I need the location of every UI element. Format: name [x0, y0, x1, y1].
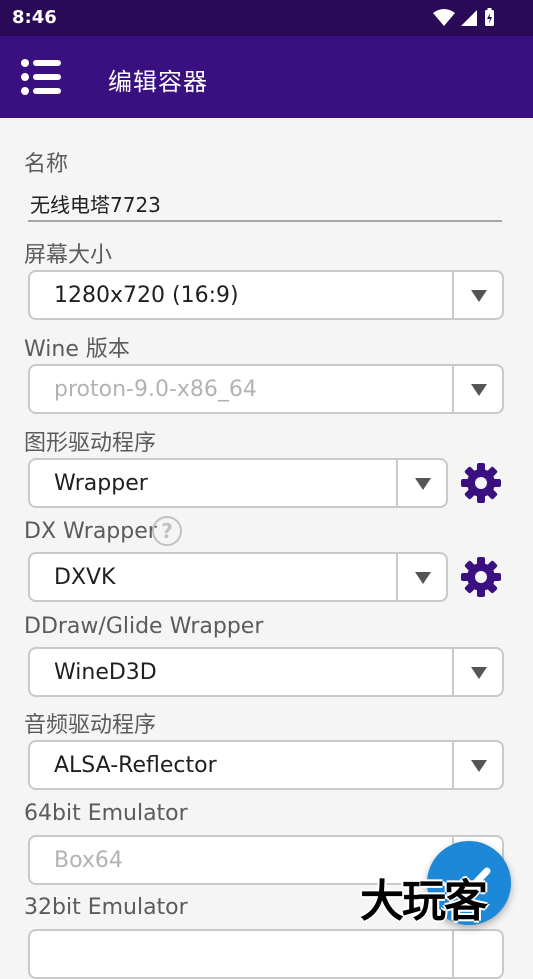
select-divider	[452, 272, 454, 318]
emulator-64bit-value: Box64	[54, 848, 123, 873]
ddraw-wrapper-label: DDraw/Glide Wrapper	[24, 614, 264, 639]
audio-driver-label: 音频驱动程序	[24, 713, 157, 738]
select-divider	[452, 742, 454, 788]
select-divider	[396, 554, 398, 600]
audio-driver-value: ALSA-Reflector	[54, 753, 217, 778]
signal-icon	[461, 10, 477, 26]
form-content: 名称 无线电塔7723 屏幕大小 1280x720 (16:9) Wine 版本…	[0, 118, 533, 979]
status-time: 8:46	[12, 7, 57, 28]
help-icon[interactable]: ?	[152, 516, 182, 546]
emulator-32bit-label: 32bit Emulator	[24, 895, 188, 920]
wine-version-label: Wine 版本	[24, 337, 130, 362]
ddraw-wrapper-select[interactable]: WineD3D	[28, 647, 504, 697]
graphics-driver-select[interactable]: Wrapper	[28, 458, 448, 508]
app-bar: 编辑容器	[0, 36, 533, 118]
select-divider	[396, 460, 398, 506]
page-title: 编辑容器	[108, 68, 208, 96]
name-label: 名称	[24, 152, 69, 177]
dropdown-arrow-icon	[415, 478, 431, 490]
dx-wrapper-value: DXVK	[54, 565, 116, 590]
graphics-driver-settings-gear-icon[interactable]	[460, 462, 502, 504]
list-menu-icon[interactable]	[20, 57, 62, 97]
dropdown-arrow-icon	[415, 572, 431, 584]
wine-version-value: proton-9.0-x86_64	[54, 377, 257, 402]
wine-version-select[interactable]: proton-9.0-x86_64	[28, 364, 504, 414]
ddraw-wrapper-value: WineD3D	[54, 660, 157, 685]
wifi-icon	[433, 9, 455, 26]
select-divider	[452, 649, 454, 695]
status-icons	[433, 8, 494, 26]
name-field-value: 无线电塔7723	[30, 193, 161, 217]
graphics-driver-value: Wrapper	[54, 471, 148, 496]
emulator-64bit-label: 64bit Emulator	[24, 801, 188, 826]
emulator-32bit-select[interactable]	[28, 929, 504, 979]
dx-wrapper-settings-gear-icon[interactable]	[460, 556, 502, 598]
status-bar: 8:46	[0, 0, 533, 36]
select-divider	[452, 366, 454, 412]
name-field[interactable]: 无线电塔7723	[28, 180, 502, 222]
screen-size-label: 屏幕大小	[24, 243, 113, 268]
graphics-driver-label: 图形驱动程序	[24, 431, 157, 456]
dropdown-arrow-icon	[471, 384, 487, 396]
select-divider	[452, 931, 454, 977]
dropdown-arrow-icon	[471, 667, 487, 679]
screen-size-value: 1280x720 (16:9)	[54, 283, 239, 308]
dx-wrapper-label: DX Wrapper	[24, 519, 157, 544]
audio-driver-select[interactable]: ALSA-Reflector	[28, 740, 504, 790]
dropdown-arrow-icon	[471, 290, 487, 302]
watermark-logo: 大玩客	[360, 876, 488, 927]
dx-wrapper-select[interactable]: DXVK	[28, 552, 448, 602]
dropdown-arrow-icon	[471, 760, 487, 772]
screen-size-select[interactable]: 1280x720 (16:9)	[28, 270, 504, 320]
